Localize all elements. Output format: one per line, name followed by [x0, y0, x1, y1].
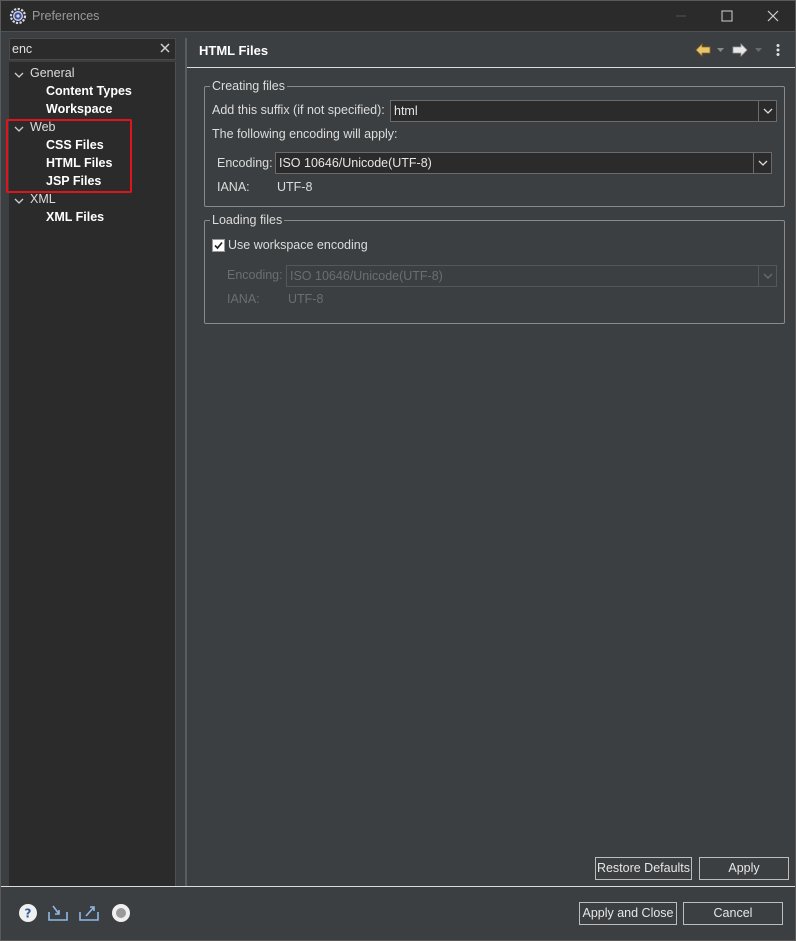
footer-separator [0, 886, 796, 887]
apply-button[interactable]: Apply [699, 857, 789, 880]
cancel-button[interactable]: Cancel [683, 902, 783, 925]
filter-field [9, 38, 176, 60]
iana-label: IANA: [217, 180, 250, 194]
encoding-note: The following encoding will apply: [212, 127, 398, 141]
iana-value: UTF-8 [277, 180, 313, 194]
tree-item-workspace[interactable]: Workspace [46, 100, 112, 118]
gear-icon [9, 7, 27, 25]
highlight-annotation [6, 119, 132, 193]
chevron-down-icon[interactable] [758, 101, 776, 121]
page-title: HTML Files [199, 43, 269, 58]
group-title: Loading files [210, 213, 285, 227]
iana-value: UTF-8 [288, 292, 324, 306]
kebab-menu-icon[interactable] [774, 43, 782, 57]
close-icon [767, 10, 779, 22]
minimize-icon [676, 15, 686, 17]
record-icon[interactable] [110, 902, 132, 924]
arrow-left-icon[interactable] [695, 43, 711, 57]
tree-item-content-types[interactable]: Content Types [46, 82, 132, 100]
encoding-value: ISO 10646/Unicode(UTF-8) [290, 269, 443, 283]
chevron-down-icon[interactable] [14, 70, 24, 80]
encoding-value: ISO 10646/Unicode(UTF-8) [279, 156, 432, 170]
iana-label: IANA: [227, 292, 260, 306]
close-window-button[interactable] [750, 0, 796, 32]
chevron-down-icon[interactable] [716, 46, 725, 54]
panel-sash[interactable] [185, 38, 187, 886]
maximize-button[interactable] [704, 0, 750, 32]
header-separator [187, 67, 795, 68]
encoding-combo[interactable]: ISO 10646/Unicode(UTF-8) [275, 152, 772, 174]
minimize-button[interactable] [658, 0, 704, 32]
suffix-label: Add this suffix (if not specified): [212, 103, 385, 117]
loading-encoding-combo: ISO 10646/Unicode(UTF-8) [286, 265, 777, 287]
tree-item-xml-files[interactable]: XML Files [46, 208, 104, 226]
chevron-down-icon[interactable] [754, 46, 763, 54]
workspace-encoding-checkbox[interactable] [212, 239, 225, 252]
filter-input[interactable] [10, 39, 155, 59]
help-icon[interactable]: ? [17, 902, 39, 924]
workspace-encoding-label[interactable]: Use workspace encoding [228, 238, 368, 252]
checkmark-icon [214, 241, 223, 250]
apply-and-close-button[interactable]: Apply and Close [579, 902, 677, 925]
svg-text:?: ? [25, 907, 32, 921]
suffix-combo[interactable]: html [390, 100, 777, 122]
chevron-down-icon[interactable] [753, 153, 771, 173]
clear-filter-icon[interactable] [158, 41, 172, 55]
import-icon[interactable] [47, 902, 69, 924]
chevron-down-icon[interactable] [14, 196, 24, 206]
restore-defaults-button[interactable]: Restore Defaults [595, 857, 692, 880]
tree-item-general[interactable]: General [30, 64, 74, 82]
chevron-down-icon [758, 266, 776, 286]
encoding-label: Encoding: [217, 156, 273, 170]
suffix-value: html [394, 104, 418, 118]
export-icon[interactable] [78, 902, 100, 924]
group-title: Creating files [210, 79, 287, 93]
maximize-icon [721, 10, 733, 22]
encoding-label: Encoding: [227, 268, 283, 282]
arrow-right-icon[interactable] [732, 43, 748, 57]
window-title: Preferences [32, 9, 100, 23]
